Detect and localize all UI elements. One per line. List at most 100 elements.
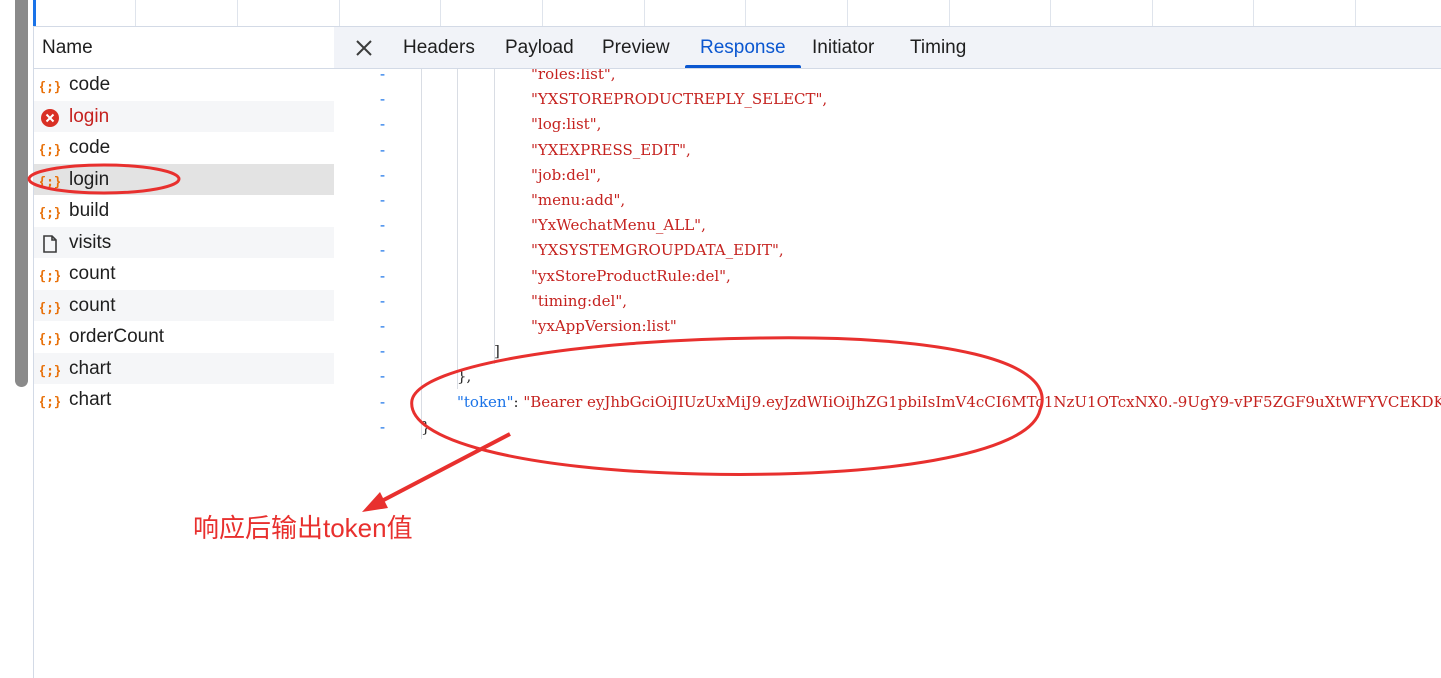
tab-timing[interactable]: Timing: [910, 27, 966, 68]
close-icon: [356, 40, 372, 56]
svg-text:{;}: {;}: [40, 332, 60, 347]
response-body[interactable]: - "roles:list", - "YXSTOREPRODUCTREPLY_SELE…: [334, 69, 1441, 678]
timeline-divider: [1050, 0, 1051, 26]
fold-marker[interactable]: -: [378, 163, 387, 188]
response-array-item: "YxWechatMenu_ALL",: [531, 216, 706, 235]
json-braces-icon: {;}: [38, 327, 61, 347]
indent-guide: [457, 69, 458, 389]
fold-marker[interactable]: -: [378, 364, 387, 389]
fold-marker[interactable]: -: [378, 238, 387, 263]
token-line: "token": "Bearer eyJhbGciOiJIUzUxMiJ9.ey…: [457, 390, 1441, 415]
request-row[interactable]: {;} build: [34, 195, 334, 227]
json-braces-icon: {;}: [38, 359, 61, 379]
request-list: {;} code login {;} code {;} login {;} build visit…: [34, 69, 334, 416]
request-name: chart: [69, 357, 112, 379]
response-array-item: "log:list",: [531, 115, 602, 134]
timeline-divider: [237, 0, 238, 26]
tab-response[interactable]: Response: [685, 27, 801, 68]
response-array-item: "YXSTOREPRODUCTREPLY_SELECT",: [531, 90, 828, 109]
error-circle-icon: [40, 107, 60, 127]
timeline-divider: [440, 0, 441, 26]
request-row[interactable]: visits: [34, 226, 334, 258]
fold-marker[interactable]: -: [378, 289, 387, 314]
fold-marker[interactable]: -: [378, 314, 387, 339]
svg-text:{;}: {;}: [40, 395, 60, 410]
fold-marker[interactable]: -: [378, 138, 387, 163]
timeline-overview[interactable]: [33, 0, 1441, 27]
left-scrollbar-thumb[interactable]: [15, 0, 28, 387]
request-row[interactable]: {;} count: [34, 258, 334, 290]
request-row[interactable]: {;} chart: [34, 384, 334, 416]
svg-text:{;}: {;}: [40, 364, 60, 379]
json-braces-icon: {;}: [38, 296, 61, 316]
json-braces-icon: {;}: [38, 264, 61, 284]
svg-text:{;}: {;}: [40, 301, 60, 316]
request-row[interactable]: {;} count: [34, 289, 334, 321]
tab-headers[interactable]: Headers: [403, 27, 475, 68]
request-list-panel: Name {;} code login {;} code {;} login {;} build…: [33, 27, 335, 678]
fold-marker[interactable]: -: [378, 264, 387, 289]
request-row[interactable]: {;} chart: [34, 352, 334, 384]
request-name: count: [69, 263, 116, 284]
fold-marker[interactable]: -: [378, 188, 387, 213]
fold-marker[interactable]: -: [378, 87, 387, 112]
timeline-divider: [1253, 0, 1254, 26]
timeline-divider: [949, 0, 950, 26]
json-braces-icon: {;}: [38, 170, 61, 190]
request-row[interactable]: {;} login: [34, 163, 334, 195]
timeline-divider: [745, 0, 746, 26]
closing-bracket: ]: [494, 342, 500, 361]
response-array-item: "yxAppVersion:list": [531, 317, 677, 335]
request-name: login: [69, 168, 110, 190]
timeline-divider: [847, 0, 848, 26]
response-array-item: "job:del",: [531, 165, 602, 184]
request-name: build: [69, 200, 110, 221]
request-name: code: [69, 74, 111, 95]
request-detail-panel: Headers Payload Preview Response Initiat…: [334, 27, 1441, 678]
svg-text:{;}: {;}: [40, 80, 60, 95]
indent-guide: [421, 69, 422, 439]
request-row[interactable]: login: [34, 100, 334, 132]
timeline-accent: [33, 0, 36, 26]
close-detail-button[interactable]: [352, 36, 376, 60]
request-row[interactable]: {;} orderCount: [34, 321, 334, 353]
final-brace: }: [421, 417, 431, 436]
request-name: code: [69, 137, 111, 158]
fold-marker[interactable]: -: [378, 339, 387, 364]
request-name: visits: [69, 231, 112, 253]
timeline-divider: [1152, 0, 1153, 26]
fold-marker[interactable]: -: [378, 213, 387, 238]
response-array-item: "yxStoreProductRule:del",: [531, 266, 731, 285]
response-array-item: "YXSYSTEMGROUPDATA_EDIT",: [531, 241, 784, 260]
svg-text:{;}: {;}: [40, 206, 60, 221]
tab-initiator[interactable]: Initiator: [812, 27, 874, 68]
request-name: count: [69, 294, 116, 316]
fold-marker[interactable]: -: [378, 415, 387, 440]
name-column-header[interactable]: Name: [34, 27, 334, 69]
request-name: login: [69, 105, 110, 127]
response-array-item: "roles:list",: [531, 69, 616, 83]
svg-text:{;}: {;}: [40, 143, 60, 158]
response-array-item: "menu:add",: [531, 191, 626, 209]
json-braces-icon: {;}: [38, 201, 61, 221]
fold-marker[interactable]: -: [378, 390, 387, 415]
tab-preview[interactable]: Preview: [602, 27, 670, 68]
fold-marker[interactable]: -: [378, 112, 387, 137]
detail-tabbar: Headers Payload Preview Response Initiat…: [334, 27, 1441, 69]
request-row[interactable]: {;} code: [34, 69, 334, 101]
request-row[interactable]: {;} code: [34, 132, 334, 164]
svg-text:{;}: {;}: [40, 269, 60, 284]
request-name: orderCount: [69, 326, 165, 347]
fold-marker[interactable]: -: [378, 69, 387, 87]
timeline-divider: [542, 0, 543, 26]
timeline-divider: [135, 0, 136, 26]
request-name: chart: [69, 389, 112, 410]
svg-text:{;}: {;}: [40, 175, 60, 190]
timeline-divider: [339, 0, 340, 26]
document-icon: [40, 233, 60, 253]
tab-payload[interactable]: Payload: [505, 27, 574, 68]
json-braces-icon: {;}: [38, 75, 61, 95]
token-separator: :: [513, 392, 524, 411]
token-value: "Bearer eyJhbGciOiJIUzUxMiJ9.eyJzdWIiOiJ…: [523, 392, 1441, 411]
left-scrollbar-track: [0, 0, 33, 678]
